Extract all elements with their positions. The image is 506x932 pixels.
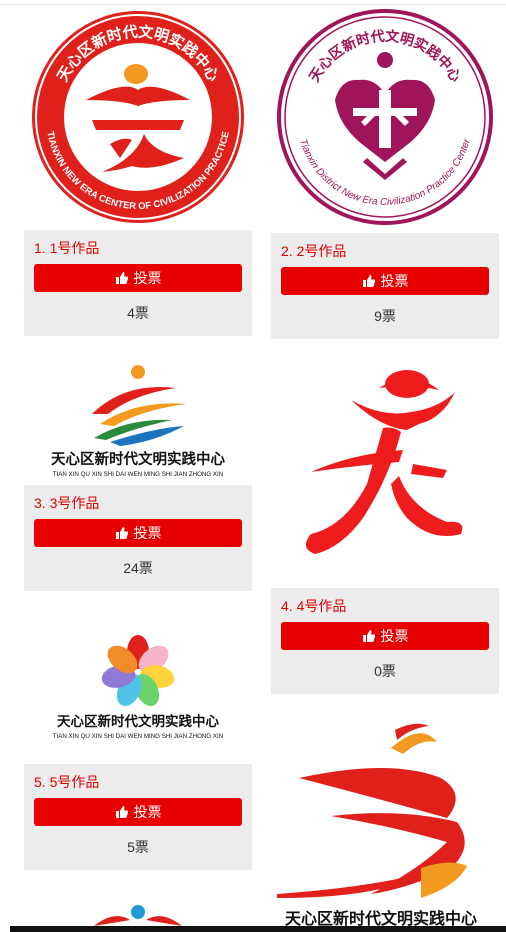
entry-7-logo-partial[interactable]: [24, 900, 252, 926]
entry-2-title[interactable]: 2. 2号作品: [281, 241, 346, 261]
entry-1-logo[interactable]: 天心区新时代文明实践中心 TIANXIN NEW ERA CENTER OF C…: [24, 8, 252, 226]
entry-2-logo[interactable]: 天心区新时代文明实践中心 Tianxin District New Era Ci…: [271, 8, 499, 226]
entry-3-logo[interactable]: 天心区新时代文明实践中心 TIAN XIN QU XIN SHI DAI WEN…: [24, 358, 252, 480]
entry-2-vote-button[interactable]: 投票: [281, 267, 489, 295]
entry-4-panel: 4. 4号作品 投票 0票: [271, 588, 499, 694]
entry-4-title[interactable]: 4. 4号作品: [281, 596, 346, 616]
entry-5-logo-en: TIAN XIN QU XIN SHI DAI WEN MING SHI JIA…: [53, 733, 224, 740]
entry-6-logo[interactable]: 天心区新时代文明实践中心: [271, 718, 499, 932]
entry-3-panel: 3. 3号作品 投票 24票: [24, 485, 252, 591]
entry-2-panel: 2. 2号作品 投票 9票: [271, 233, 499, 339]
entry-1-title[interactable]: 1. 1号作品: [34, 238, 99, 258]
thumbs-up-icon: [362, 630, 375, 642]
thumbs-up-icon: [115, 527, 128, 539]
bottom-bar: [10, 926, 506, 932]
entry-3-vote-label: 投票: [133, 525, 162, 541]
entry-5-vote-count: 5票: [127, 839, 149, 855]
entry-3-logo-cn: 天心区新时代文明实践中心: [51, 450, 225, 468]
entry-1-panel: 1. 1号作品 投票 4票: [24, 230, 252, 336]
thumbs-up-icon: [115, 806, 128, 818]
entry-3-vote-count: 24票: [123, 560, 153, 576]
entry-4-vote-count: 0票: [374, 663, 396, 679]
entry-3-title[interactable]: 3. 3号作品: [34, 493, 99, 513]
entry-1-vote-count: 4票: [127, 305, 149, 321]
entry-2-vote-count: 9票: [374, 308, 396, 324]
top-divider: [0, 0, 506, 5]
entry-5-logo-cn: 天心区新时代文明实践中心: [57, 713, 219, 729]
entry-5-vote-button[interactable]: 投票: [34, 798, 242, 826]
entry-4-vote-button[interactable]: 投票: [281, 622, 489, 650]
thumbs-up-icon: [115, 272, 128, 284]
entry-5-vote-label: 投票: [133, 804, 162, 820]
entry-4-vote-label: 投票: [380, 628, 409, 644]
thumbs-up-icon: [362, 275, 375, 287]
entry-5-logo[interactable]: 天心区新时代文明实践中心 TIAN XIN QU XIN SHI DAI WEN…: [24, 612, 252, 756]
entry-3-vote-button[interactable]: 投票: [34, 519, 242, 547]
entry-1-vote-button[interactable]: 投票: [34, 264, 242, 292]
entry-5-panel: 5. 5号作品 投票 5票: [24, 764, 252, 870]
entry-4-logo[interactable]: [271, 358, 499, 580]
entry-2-vote-label: 投票: [380, 273, 409, 289]
entry-1-vote-label: 投票: [133, 270, 162, 286]
entry-3-logo-en: TIAN XIN QU XIN SHI DAI WEN MING SHI JIA…: [53, 471, 224, 478]
entry-5-title[interactable]: 5. 5号作品: [34, 772, 99, 792]
